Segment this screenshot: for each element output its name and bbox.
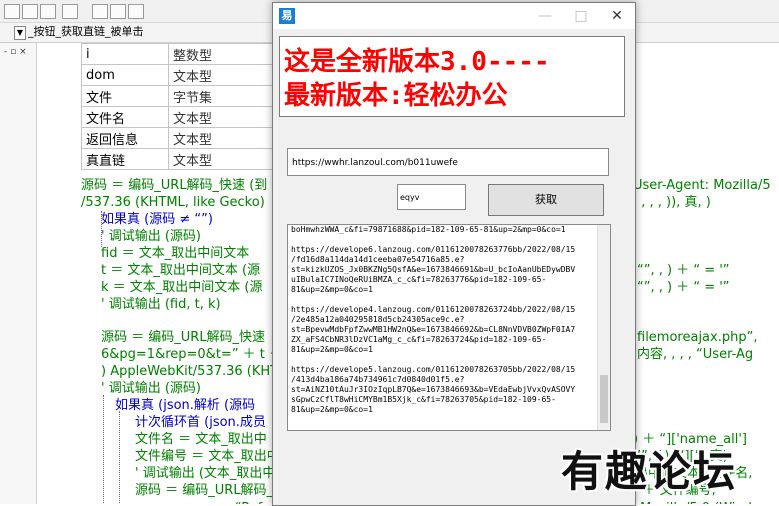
minimize-icon[interactable]: — [527,3,563,29]
code-line: 源码 ＝ 编码_URL解码_快速 (到 [81,178,268,193]
variable-name: dom [81,64,169,86]
code-line: fid ＝ 文本_取出中间文本 [101,246,250,261]
result-line: 81&up=2&mp=0&co=1 [291,345,373,354]
result-line: /2e485a12a040295818d5cb24305ace9c.e? [291,315,465,324]
code-line: 计次循环首 (json.成员 [135,415,266,430]
result-line: /fd16d8a114da14d1ceeba07e54716a85.e? [291,255,465,264]
code-line: k ＝ 文本_取出中间文本 (源 [101,280,263,295]
code-line: ' 调试输出 (源码) [101,229,201,244]
banner-line-2: 最新版本:轻松办公 [284,81,508,111]
code-line-right: User-Agent: Mozilla/5 [633,178,771,193]
code-line-right: filemoreajax.php”, [637,330,758,345]
result-line: https://develope4.lanzoug.com/0116120078… [291,305,576,314]
app-icon: 易 [279,8,295,24]
code-line-right: “”, , ) ＋ “ = '” [637,263,730,278]
code-line-right: , , , , )), 真, ) [633,195,711,210]
variable-name: i [81,43,169,65]
result-textbox[interactable]: boHmwhzWWA_c&fi=79871688&pid=182-109-65-… [287,224,611,431]
indent-guide [103,395,104,504]
result-line: https://develope5.lanzoug.com/0116120078… [291,365,576,374]
code-line: t ＝ 文本_取出中间文本 (源 [101,263,261,278]
banner-line-1: 这是全新版本3.0---- [284,47,550,77]
variable-name: 文件名 [81,106,169,128]
align-center-icon[interactable] [22,4,38,19]
password-input[interactable]: eqyv [397,184,466,210]
result-line: st=kizkUZOS_Jx0BKZNg5QsfA&e=1673846691&b… [291,265,576,274]
align-left-icon[interactable] [4,4,20,19]
variable-row[interactable]: 文件名 文本型 [81,106,298,128]
variable-name: 返回信息 [81,127,169,149]
version-banner: 这是全新版本3.0---- 最新版本:轻松办公 [279,36,625,117]
result-line: 81&up=2&mp=0&co=1 [291,285,373,294]
code-line: ) AppleWebKit/537.36 (KHTM [101,364,290,379]
code-line: 6&pg=1&rep=0&t=” ＋ t ＋ [101,347,283,362]
variable-name: 文件 [81,85,169,107]
result-line: /413d4ba186a74b734961c7d0840d01f5.e? [291,375,465,384]
result-line [291,295,593,305]
variable-row[interactable]: dom 文本型 [81,64,298,86]
dialog-titlebar[interactable]: 易 — □ ✕ [273,3,635,29]
variable-row[interactable]: i 整数型 [81,43,298,65]
fetch-button[interactable]: 获取 [488,184,604,216]
code-line-right: 内容, , , , “User-Ag [637,347,754,362]
forum-watermark: 有趣论坛 [561,447,738,496]
code-line: 如果真 (json.解析 (源码 [115,398,256,413]
lanzou-dialog: 易 — □ ✕ 这是全新版本3.0---- 最新版本:轻松办公 https://… [272,2,636,506]
height-icon[interactable] [110,4,126,19]
result-line: https://develope6.lanzoug.com/0116120078… [291,245,576,254]
variable-name: 真直链 [81,148,169,170]
result-line: sGpwCzCflT8wHiCMYBm1B5Xjk_c&fi=78263705&… [291,395,556,404]
variable-table: i 整数型 dom 文本型 文件 字节集 文件名 文本型 返回信息 文本型 真直链 文本型 [81,43,298,170]
result-text: boHmwhzWWA_c&fi=79871688&pid=182-109-65-… [291,225,593,415]
width-icon[interactable] [92,4,108,19]
left-gutter: - ▫ × [0,43,37,504]
result-line: ZX_aFS4CbNR3lDzVC1aMg_c_c&fi=78263724&pi… [291,335,547,344]
result-scrollbar[interactable] [597,225,610,430]
subroutine-dropdown[interactable]: _按钮_获取直链_被单击 [28,25,288,39]
code-line: ' 调试输出 (fid, t, k) [101,297,221,312]
result-line: st=AiNZ10tAuJr3IOzIqpLB7Q&e=1673846693&b… [291,385,576,394]
code-line-right: “”, , ) ＋ “ = '” [637,280,730,295]
result-line: 81&up=2&mp=0&co=1 [291,405,373,414]
code-line: /537.36 (KHTML, like Gecko) [81,195,265,210]
share-url-input[interactable]: https://wwhr.lanzoul.com/b011uwefe [287,148,609,176]
maximize-icon[interactable]: □ [563,3,599,29]
result-line [291,235,593,245]
code-line: 如果真 (源码 ≠ “”) [101,212,213,227]
close-icon[interactable]: ✕ [599,3,635,29]
result-line: boHmwhzWWA_c&fi=79871688&pid=182-109-65-… [291,225,566,234]
variable-row[interactable]: 文件 字节集 [81,85,298,107]
result-line: uIBulaIC7INoQeRUiBMZA_c_c&fi=78263776&pi… [291,275,547,284]
variable-row[interactable]: 真直链 文本型 [81,148,298,170]
result-line [291,355,593,365]
code-line: ' 调试输出 (源码) [101,381,201,396]
align-right-icon[interactable] [40,4,56,19]
grid-icon[interactable] [128,4,144,19]
pin-icon[interactable]: - ▫ × [4,47,27,57]
code-line: 源码 ＝ 编码_URL解码_快速 [101,330,266,345]
variable-row[interactable]: 返回信息 文本型 [81,127,298,149]
code-line: 文件名 ＝ 文本_取出中 [135,432,267,447]
result-line: st=BpevwMdbFpfZwwMB1HW2nQ&e=1673846692&b… [291,325,576,334]
scrollbar-thumb[interactable] [600,375,608,423]
align-top-icon[interactable] [62,4,78,19]
dropdown-arrow-icon[interactable]: ▼ [14,26,26,40]
indent-guide [119,411,120,504]
